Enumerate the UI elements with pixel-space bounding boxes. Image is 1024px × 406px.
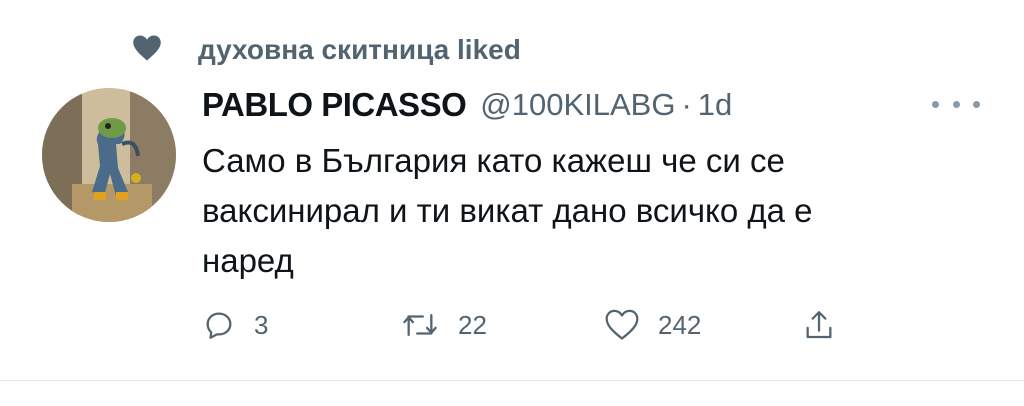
author-name[interactable]: PABLO PICASSO bbox=[202, 86, 467, 124]
action-bar: 3 22 242 bbox=[0, 300, 1024, 350]
author-handle[interactable]: @100KILABG bbox=[480, 87, 675, 123]
tweet-header: PABLO PICASSO @100KILABG · 1d bbox=[202, 84, 732, 126]
heart-outline-icon bbox=[605, 309, 639, 340]
separator-dot: · bbox=[681, 87, 692, 122]
tweet-text-line: ваксинирал и ти викат дано всичко да е bbox=[202, 192, 813, 229]
tweet-text-line: наред bbox=[202, 242, 294, 279]
more-options-button[interactable] bbox=[932, 92, 980, 116]
more-dots-icon bbox=[932, 100, 939, 108]
avatar[interactable] bbox=[42, 88, 176, 222]
reply-count: 3 bbox=[254, 309, 269, 340]
avatar-image bbox=[42, 88, 176, 222]
more-dots-icon bbox=[952, 100, 960, 108]
reply-icon bbox=[206, 312, 232, 339]
reply-button[interactable]: 3 bbox=[202, 300, 268, 350]
share-icon bbox=[806, 311, 832, 339]
social-context[interactable]: духовна скитница liked bbox=[132, 30, 521, 66]
retweet-count: 22 bbox=[458, 309, 487, 340]
retweet-icon bbox=[403, 313, 437, 337]
divider bbox=[0, 380, 1024, 381]
like-count: 242 bbox=[658, 309, 702, 340]
retweet-button[interactable]: 22 bbox=[400, 300, 487, 350]
heart-filled-icon bbox=[133, 35, 161, 61]
more-dots-icon bbox=[973, 100, 980, 108]
liked-by-text: духовна скитница liked bbox=[198, 34, 521, 65]
share-button[interactable] bbox=[802, 300, 836, 350]
tweet-text-line: Само в България като кажеш че си се bbox=[202, 142, 785, 179]
tweet-timestamp[interactable]: 1d bbox=[698, 87, 732, 123]
tweet-text: Само в България като кажеш че си се вакс… bbox=[202, 136, 982, 286]
like-button[interactable]: 242 bbox=[604, 300, 701, 350]
